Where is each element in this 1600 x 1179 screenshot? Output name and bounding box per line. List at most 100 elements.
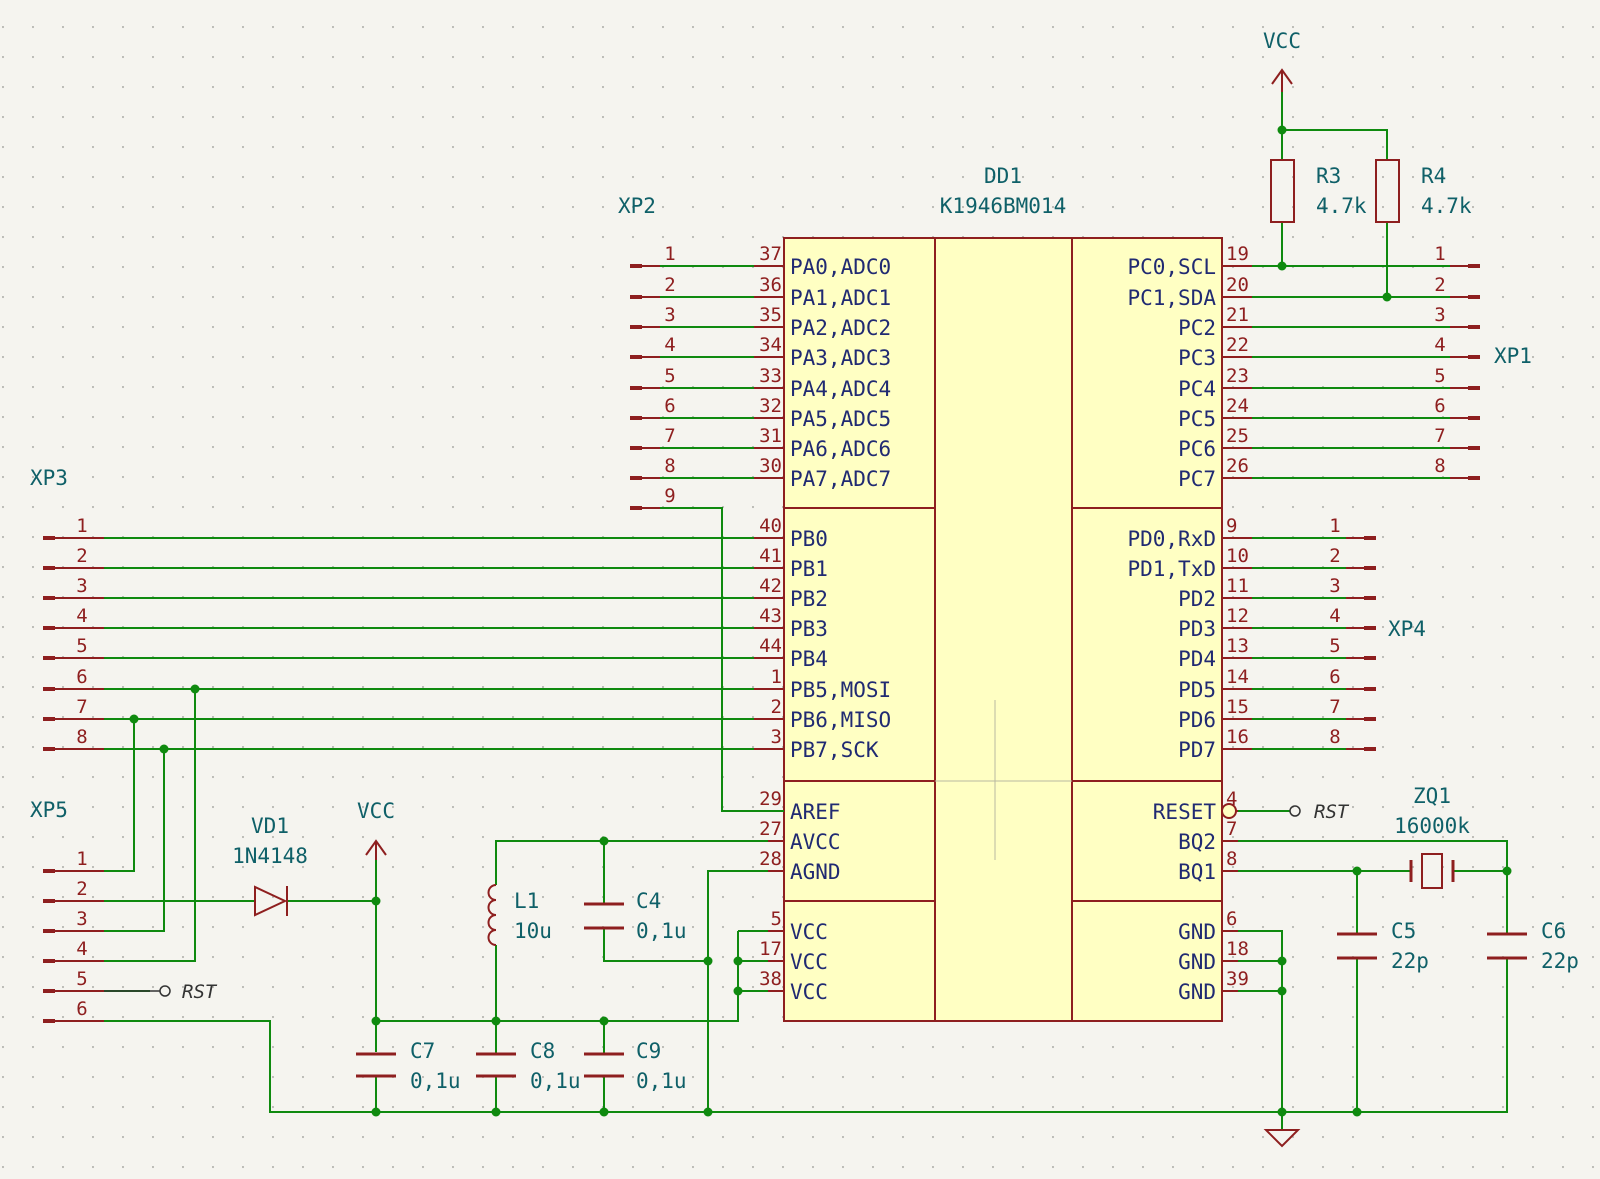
dd1-right-pin-name: BQ2 (1178, 830, 1216, 854)
dd1-left-pin-number: 28 (759, 848, 782, 870)
dd1-right-pin-name: GND (1178, 920, 1216, 944)
xp1-pin-number: 1 (1434, 243, 1445, 265)
xp4-pin-number: 6 (1329, 666, 1340, 688)
r4-ref: R4 (1421, 164, 1446, 188)
vd1-ref: VD1 (251, 814, 289, 838)
dd1-left-pin-name: VCC (790, 920, 828, 944)
dd1-right-pin-name: PC1,SDA (1127, 286, 1216, 310)
c9-ref: C9 (636, 1039, 661, 1063)
xp3-pin-number: 1 (76, 515, 87, 537)
dd1-left-pin-number: 30 (759, 455, 782, 477)
c7-ref: C7 (410, 1039, 435, 1063)
dd1-left-pin-number: 3 (771, 726, 782, 748)
xp1-label: XP1 (1494, 344, 1532, 368)
dd1-right-pin-number: 22 (1226, 334, 1249, 356)
xp2-pin-number: 5 (664, 365, 675, 387)
dd1-left-pin-name: PA7,ADC7 (790, 467, 891, 491)
dd1-right-pin-number: 19 (1226, 243, 1249, 265)
dd1-right-pin-number: 8 (1226, 848, 1237, 870)
xp4-pin-number: 5 (1329, 635, 1340, 657)
dd1-left-pin-number: 5 (771, 908, 782, 930)
dd1-right-pin-name: GND (1178, 950, 1216, 974)
dd1-right-pin-name: GND (1178, 980, 1216, 1004)
dd1-left-pin-name: AVCC (790, 830, 841, 854)
vcc-label-top: VCC (1263, 29, 1301, 53)
xp2-pin-number: 1 (664, 243, 675, 265)
c4-ref: C4 (636, 889, 661, 913)
dd1-right-pin-name: PD0,RxD (1127, 527, 1216, 551)
dd1-left-pin-number: 1 (771, 666, 782, 688)
dd1-right-pin-name: PC7 (1178, 467, 1216, 491)
dd1-right-pin-name: PC0,SCL (1127, 255, 1216, 279)
dd1-right-pin-name: PC6 (1178, 437, 1216, 461)
dd1-left-pin-number: 44 (759, 635, 782, 657)
xp3-label: XP3 (30, 466, 68, 490)
dd1-left-pin-name: PB3 (790, 617, 828, 641)
dd1-left-pin-number: 34 (759, 334, 782, 356)
xp4-pin-number: 4 (1329, 605, 1340, 627)
c6-ref: C6 (1541, 919, 1566, 943)
dd1-right-pin-name: PC2 (1178, 316, 1216, 340)
xp1-pin-number: 2 (1434, 274, 1445, 296)
xp3-pin-number: 7 (76, 696, 87, 718)
xp2-label: XP2 (618, 194, 656, 218)
dd1-left-pin-number: 27 (759, 818, 782, 840)
dd1-left-pin-number: 29 (759, 788, 782, 810)
dd1-right-pin-number: 11 (1226, 575, 1249, 597)
xp3-pin-number: 2 (76, 545, 87, 567)
dd1-left-pin-name: AGND (790, 860, 841, 884)
dd1-right-pin-number: 23 (1226, 365, 1249, 387)
dd1-left-pin-number: 2 (771, 696, 782, 718)
xp5-pin-number: 6 (76, 998, 87, 1020)
vd1-value: 1N4148 (232, 844, 308, 868)
dd1-left-pin-name: PA3,ADC3 (790, 346, 891, 370)
dd1-right-pin-number: 21 (1226, 304, 1249, 326)
c5-value: 22p (1391, 949, 1429, 973)
reset-inversion-bubble (1221, 803, 1237, 819)
dd1-left-pin-name: VCC (790, 980, 828, 1004)
dd1-left-pin-number: 31 (759, 425, 782, 447)
l1-value: 10u (514, 919, 552, 943)
xp5-label: XP5 (30, 798, 68, 822)
dd1-left-pin-name: PB4 (790, 647, 828, 671)
c7-value: 0,1u (410, 1069, 461, 1093)
dd1-right-pin-number: 15 (1226, 696, 1249, 718)
dd1-right-pin-name: PD5 (1178, 678, 1216, 702)
xp2-pin-number: 6 (664, 395, 675, 417)
xp5-pin-number: 2 (76, 878, 87, 900)
dd1-right-pin-name: PD3 (1178, 617, 1216, 641)
xp3-pin-number: 8 (76, 726, 87, 748)
dd1-right-pin-number: 18 (1226, 938, 1249, 960)
l1-ref: L1 (514, 889, 539, 913)
xp2-pin-number: 8 (664, 455, 675, 477)
xp1-pin-number: 6 (1434, 395, 1445, 417)
dd1-left-pin-number: 42 (759, 575, 782, 597)
dd1-left-pin-number: 33 (759, 365, 782, 387)
dd1-right-pin-name: PC4 (1178, 377, 1216, 401)
xp4-label: XP4 (1388, 617, 1426, 641)
dd1-right-pin-number: 12 (1226, 605, 1249, 627)
xp5-pin-number: 1 (76, 848, 87, 870)
schematic-canvas: DD1 K1946BM014 37 PA0,ADC0 36 PA1,ADC1 35 PA2… (0, 0, 1600, 1179)
xp4-pin-number: 7 (1329, 696, 1340, 718)
dd1-ref: DD1 (984, 164, 1022, 188)
r4-value: 4.7k (1421, 194, 1472, 218)
dd1-left-pin-number: 32 (759, 395, 782, 417)
c9-value: 0,1u (636, 1069, 687, 1093)
xp1-pin-number: 8 (1434, 455, 1445, 477)
dd1-value: K1946BM014 (940, 194, 1066, 218)
c4-value: 0,1u (636, 919, 687, 943)
c6-value: 22p (1541, 949, 1579, 973)
dd1-left-pin-name: PA2,ADC2 (790, 316, 891, 340)
dd1-right-pin-name: PD7 (1178, 738, 1216, 762)
dd1-right-pin-number: 10 (1226, 545, 1249, 567)
xp2-pin-number: 4 (664, 334, 675, 356)
dd1-left-pin-number: 36 (759, 274, 782, 296)
xp4-pin-number: 8 (1329, 726, 1340, 748)
xp1-pin-number: 7 (1434, 425, 1445, 447)
xp5-pin-number: 5 (76, 968, 87, 990)
xp4-pin-number: 1 (1329, 515, 1340, 537)
dd1-left-pin-number: 41 (759, 545, 782, 567)
zq1-ref: ZQ1 (1413, 784, 1451, 808)
vcc-label-left: VCC (357, 799, 395, 823)
